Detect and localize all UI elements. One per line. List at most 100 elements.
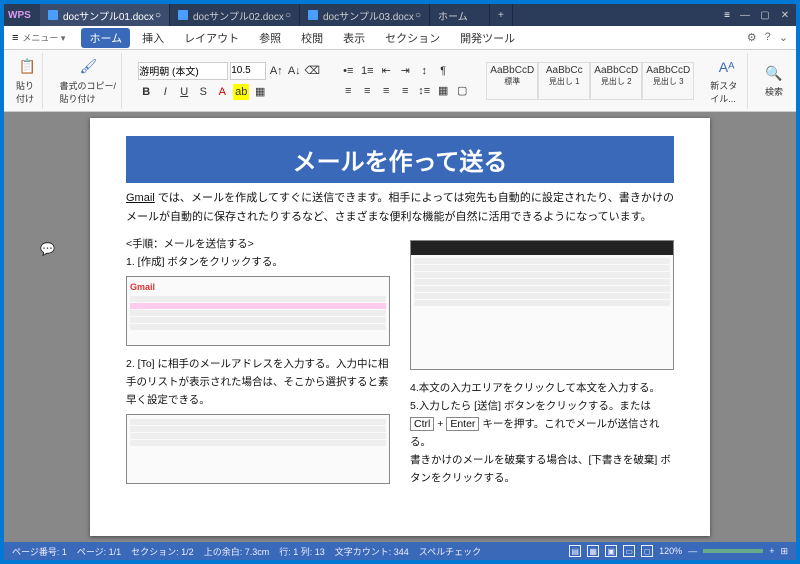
screenshot-3 [410,240,674,370]
doc-icon [308,10,318,20]
align-right-button[interactable]: ≡ [378,83,394,99]
style-h1[interactable]: AaBbCc見出し 1 [538,62,590,100]
strike-button[interactable]: S [195,84,211,100]
chevron-icon[interactable]: ⌄ [779,31,788,44]
step-1: 1. [作成] ボタンをクリックする。 [126,254,390,272]
font-size-input[interactable] [230,62,266,80]
steps-heading: <手順：メールを送信する> [126,236,390,254]
paste-icon[interactable]: 📋 [17,57,37,77]
indent-inc-button[interactable]: ⇥ [397,63,413,79]
menu-devtools[interactable]: 開発ツール [452,28,523,48]
tab-doc1[interactable]: docサンプル01.docx○ [40,4,170,26]
font-name-input[interactable] [138,62,228,80]
view-print-icon[interactable]: ▤ [569,545,581,557]
status-pages[interactable]: ページ: 1/1 [77,545,121,558]
status-spellcheck[interactable]: スペルチェック [419,545,481,558]
format-painter-icon[interactable]: 🖌 [78,57,98,77]
status-page-num[interactable]: ページ番号: 1 [12,545,67,558]
screenshot-2 [126,414,390,484]
zoom-slider[interactable] [703,549,763,553]
view-read-icon[interactable]: ▭ [623,545,635,557]
align-center-button[interactable]: ≡ [359,83,375,99]
document-area[interactable]: 💬 メールを作って送る Gmail では、メールを作成してすぐに送信できます。相… [4,112,796,542]
format-painter-label: 書式のコピー/貼り付け [59,79,117,105]
new-style-label: 新スタイル... [710,79,743,105]
settings-icon[interactable]: ⚙ [747,31,757,44]
help-icon[interactable]: ? [765,31,771,44]
status-line: 行: 1 列: 13 [279,545,325,558]
status-section[interactable]: セクション: 1/2 [131,545,194,558]
tab-add[interactable]: + [490,4,513,26]
maximize-button[interactable]: ▢ [758,8,772,22]
sort-button[interactable]: ↕ [416,63,432,79]
justify-button[interactable]: ≡ [397,83,413,99]
view-focus-icon[interactable]: ◻ [641,545,653,557]
titlebar: WPS docサンプル01.docx○ docサンプル02.docx○ docサ… [4,4,796,26]
tab-label: docサンプル03.docx [323,8,414,23]
bullets-button[interactable]: •≡ [340,63,356,79]
menu-review[interactable]: 校閲 [293,28,331,48]
menu-view[interactable]: 表示 [335,28,373,48]
shading-button[interactable]: ▦ [435,83,451,99]
close-icon[interactable]: ○ [415,10,421,21]
border-button[interactable]: ▦ [252,84,268,100]
view-web-icon[interactable]: ▣ [605,545,617,557]
menu-insert[interactable]: 挿入 [134,28,172,48]
bold-button[interactable]: B [138,84,154,100]
zoom-level[interactable]: 120% [659,546,682,556]
styles-gallery[interactable]: AaBbCcD標準 AaBbCc見出し 1 AaBbCcD見出し 2 AaBbC… [486,62,694,100]
key-ctrl: Ctrl [410,417,434,431]
new-style-icon[interactable]: Aᴬ [717,57,737,77]
statusbar: ページ番号: 1 ページ: 1/1 セクション: 1/2 上の余白: 7.3cm… [4,542,796,560]
status-charcount[interactable]: 文字カウント: 344 [335,545,409,558]
close-icon[interactable]: ○ [285,10,291,21]
doc-icon [178,10,188,20]
gmail-link[interactable]: Gmail [126,192,155,204]
align-left-button[interactable]: ≡ [340,83,356,99]
grow-font-icon[interactable]: A↑ [268,63,284,79]
highlight-button[interactable]: ab [233,84,249,100]
tab-doc3[interactable]: docサンプル03.docx○ [300,4,430,26]
hamburger-icon[interactable]: ≡ [724,10,730,21]
clear-fmt-icon[interactable]: ⌫ [304,63,320,79]
menu-reference[interactable]: 参照 [251,28,289,48]
doc-banner: メールを作って送る [126,136,674,183]
italic-button[interactable]: I [157,84,173,100]
para-mark-button[interactable]: ¶ [435,63,451,79]
numbering-button[interactable]: 1≡ [359,63,375,79]
paste-label: 貼り付け [16,79,38,105]
tab-doc2[interactable]: docサンプル02.docx○ [170,4,300,26]
gmail-logo: Gmail [130,282,155,292]
indent-dec-button[interactable]: ⇤ [378,63,394,79]
key-enter: Enter [446,417,479,431]
step-2: 2. [To] に相手のメールアドレスを入力する。入力中に相手のリストが表示され… [126,356,390,410]
tab-home[interactable]: ホーム [430,4,490,26]
col-left: <手順：メールを送信する> 1. [作成] ボタンをクリックする。 Gmail … [126,236,390,493]
fit-page-icon[interactable]: ⊞ [780,546,788,557]
style-normal[interactable]: AaBbCcD標準 [486,62,538,100]
close-window-button[interactable]: ✕ [778,8,792,22]
zoom-out-button[interactable]: — [688,546,697,556]
view-outline-icon[interactable]: ▦ [587,545,599,557]
doc-icon [48,10,58,20]
menu-section[interactable]: セクション [377,28,448,48]
wps-logo: WPS [8,10,40,21]
tab-label: docサンプル01.docx [63,8,154,23]
borders-button[interactable]: ▢ [454,83,470,99]
close-icon[interactable]: ○ [155,10,161,21]
line-spacing-button[interactable]: ↕≡ [416,83,432,99]
menu-home[interactable]: ホーム [81,28,130,48]
find-icon[interactable]: 🔍 [764,63,784,83]
font-color-button[interactable]: A [214,84,230,100]
style-h2[interactable]: AaBbCcD見出し 2 [590,62,642,100]
doc-tabs: docサンプル01.docx○ docサンプル02.docx○ docサンプル0… [40,4,716,26]
col-right: 4.本文の入力エリアをクリックして本文を入力する。 5.入力したら [送信] ボ… [410,236,674,493]
zoom-in-button[interactable]: + [769,546,774,556]
shrink-font-icon[interactable]: A↓ [286,63,302,79]
comment-indicator-icon[interactable]: 💬 [40,242,54,256]
menu-layout[interactable]: レイアウト [176,28,247,48]
app-menu-icon[interactable]: ≡ [12,32,18,44]
style-h3[interactable]: AaBbCcD見出し 3 [642,62,694,100]
underline-button[interactable]: U [176,84,192,100]
minimize-button[interactable]: — [738,8,752,22]
